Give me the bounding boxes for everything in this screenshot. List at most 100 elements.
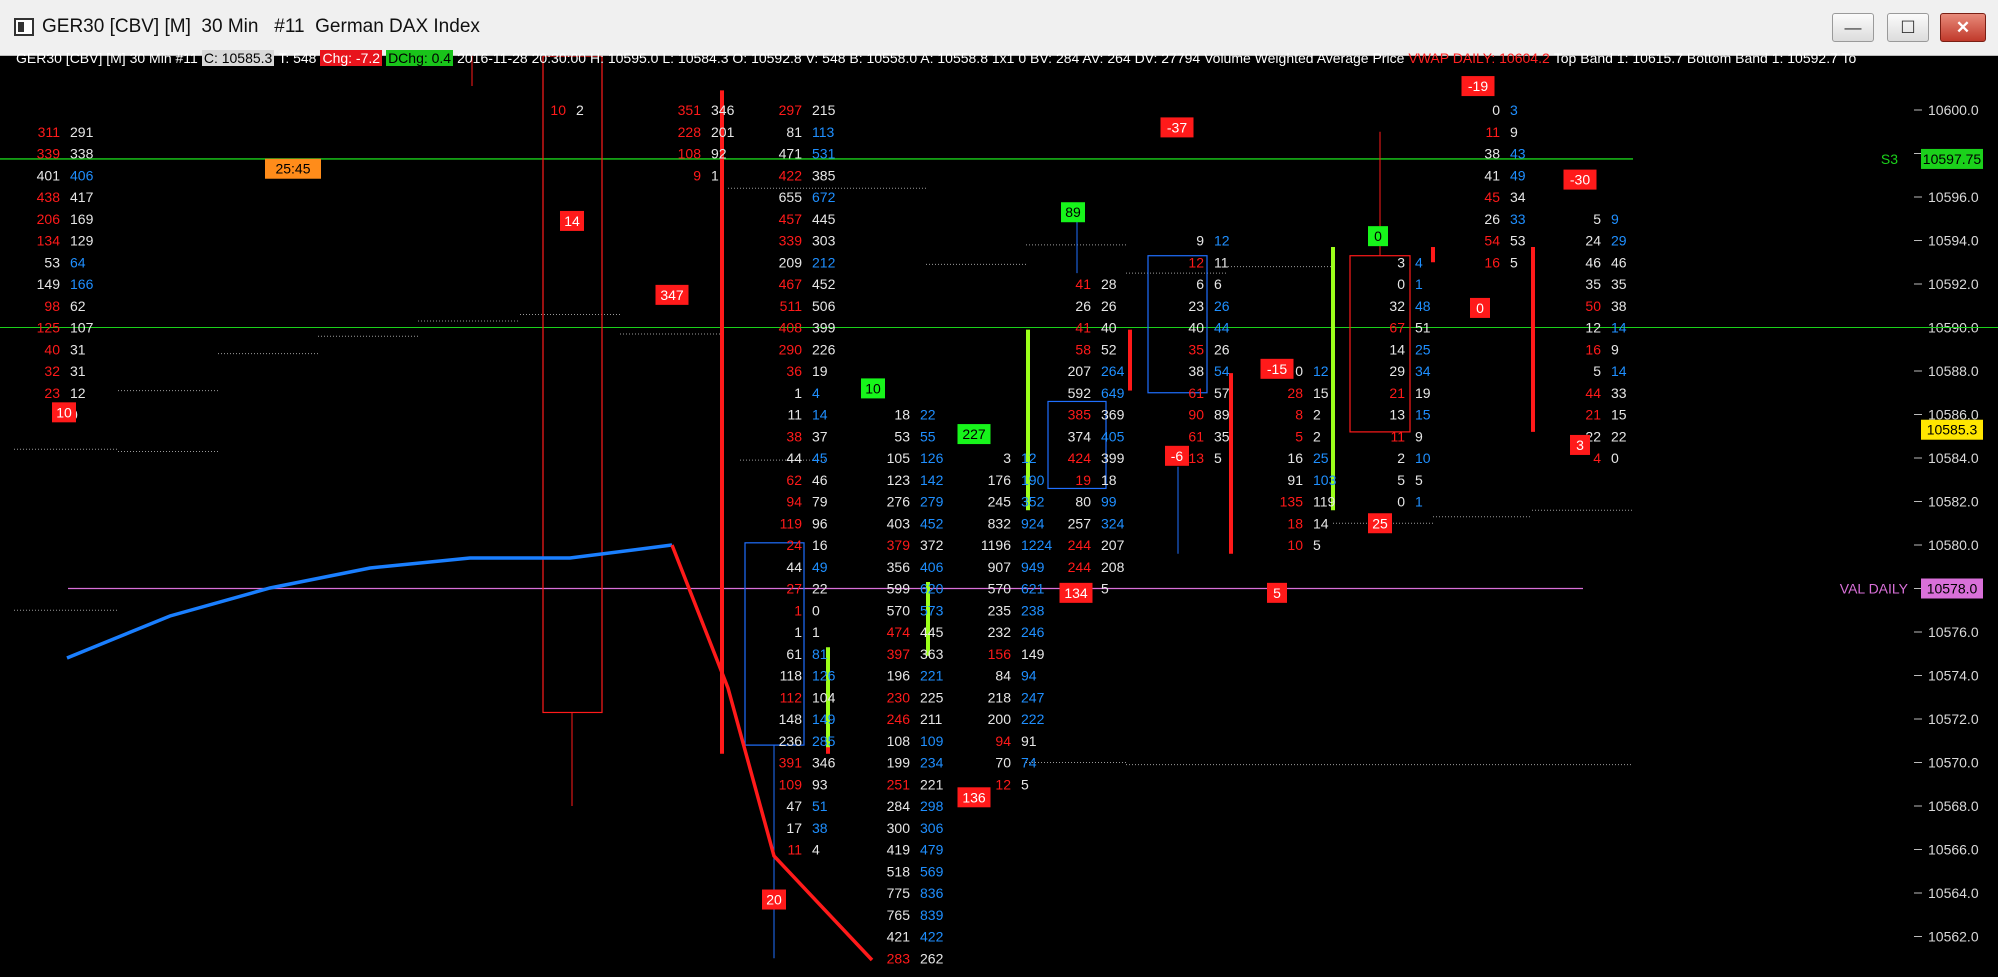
bid-volume: 467 [779,276,803,292]
bid-volume: 199 [887,755,911,771]
ask-volume: 4 [812,385,820,401]
bid-volume: 53 [44,254,60,270]
ask-volume: 452 [920,515,944,531]
bid-volume: 0 [1295,363,1303,379]
minimize-button[interactable]: — [1832,13,1874,42]
bid-volume: 5 [1397,472,1405,488]
bid-volume: 26 [1484,211,1500,227]
ask-volume: 25 [1313,450,1329,466]
ask-volume: 10 [1415,450,1431,466]
bid-volume: 251 [887,776,911,792]
ask-volume: 225 [920,689,944,705]
ask-volume: 262 [920,950,944,966]
bid-volume: 91 [1287,472,1303,488]
ask-volume: 506 [812,298,836,314]
ask-volume: 208 [1101,559,1125,575]
bid-volume: 3 [1397,254,1405,270]
ask-volume: 452 [812,276,836,292]
ask-volume: 22 [812,581,828,597]
bid-volume: 12 [1188,254,1204,270]
ask-volume: 573 [920,602,944,618]
bid-volume: 9 [693,167,701,183]
ask-volume: 38 [1611,298,1627,314]
ask-volume: 0 [812,602,820,618]
delta-label: -15 [1267,361,1287,377]
delta-label: 0 [1476,300,1484,316]
bid-volume: 218 [988,689,1012,705]
delta-label: 14 [564,213,580,229]
s3-label: S3 [1881,151,1898,167]
ask-volume: 55 [920,428,936,444]
ask-volume: 99 [1101,494,1117,510]
bid-volume: 176 [988,472,1012,488]
ask-volume: 22 [920,407,936,423]
ask-volume: 479 [920,842,944,858]
bid-volume: 283 [887,950,911,966]
ask-volume: 298 [920,798,944,814]
bid-volume: 13 [1188,450,1204,466]
axis-tick-label: 10566.0 [1928,842,1979,858]
ask-volume: 531 [812,146,836,162]
bid-volume: 108 [678,146,702,162]
ask-volume: 43 [1510,146,1526,162]
ask-volume: 4 [1415,254,1423,270]
maximize-button[interactable]: ☐ [1887,13,1929,42]
ask-volume: 406 [920,559,944,575]
axis-tick-label: 10600.0 [1928,102,1979,118]
delta-label: 5 [1273,585,1281,601]
bid-volume: 592 [1068,385,1092,401]
bid-volume: 29 [1389,363,1405,379]
footprint-chart[interactable]: 10600.010598.010596.010594.010592.010590… [0,56,1998,977]
ask-volume: 64 [70,254,86,270]
bid-volume: 123 [887,472,911,488]
ask-volume: 103 [1313,472,1337,488]
close-button[interactable]: ✕ [1940,13,1986,42]
ask-volume: 5 [1214,450,1222,466]
bid-volume: 379 [887,537,911,553]
ask-volume: 247 [1021,689,1045,705]
ask-volume: 1 [812,624,820,640]
ask-volume: 369 [1101,407,1125,423]
ask-volume: 1 [1415,494,1423,510]
ask-volume: 5 [1021,776,1029,792]
bid-volume: 44 [786,450,802,466]
bid-volume: 16 [1585,341,1601,357]
ask-volume: 46 [812,472,828,488]
bid-volume: 228 [678,124,702,140]
bid-volume: 38 [786,428,802,444]
ask-volume: 211 [920,711,943,727]
bid-volume: 118 [780,668,803,684]
ask-volume: 49 [812,559,828,575]
delta-label: 20 [766,892,782,908]
bid-volume: 23 [1188,298,1204,314]
s3-price-tag: 10597.75 [1923,151,1982,167]
bid-volume: 53 [894,428,910,444]
bar-timer: 25:45 [275,161,310,177]
info-daily-change: DChg: 0.4 [386,50,454,66]
ask-volume: 26 [1214,341,1230,357]
ask-volume: 5 [1101,581,1109,597]
val-daily-price-tag: 10578.0 [1927,581,1978,597]
ask-volume: 37 [812,428,828,444]
ask-volume: 9 [1611,211,1619,227]
ask-volume: 15 [1611,407,1627,423]
bid-volume: 35 [1585,276,1601,292]
bid-volume: 13 [1389,407,1405,423]
ask-volume: 62 [70,298,86,314]
ask-volume: 4 [812,842,820,858]
info-vwap-daily: VWAP DAILY: 10604.2 [1408,50,1550,66]
bid-volume: 9 [1196,233,1204,249]
ask-volume: 19 [1415,385,1431,401]
ask-volume: 89 [1214,407,1230,423]
ask-volume: 14 [1611,363,1627,379]
info-bar-details: 2016-11-28 20:30:00 H: 10595.0 L: 10584.… [457,50,1405,66]
bid-volume: 35 [1188,341,1204,357]
ask-volume: 53 [1510,233,1526,249]
bid-volume: 26 [1075,298,1091,314]
bid-volume: 511 [780,298,803,314]
bid-volume: 61 [1188,428,1204,444]
axis-tick-label: 10580.0 [1928,537,1979,553]
ask-volume: 19 [812,363,828,379]
bid-volume: 2 [1397,450,1405,466]
bid-volume: 24 [1585,233,1601,249]
